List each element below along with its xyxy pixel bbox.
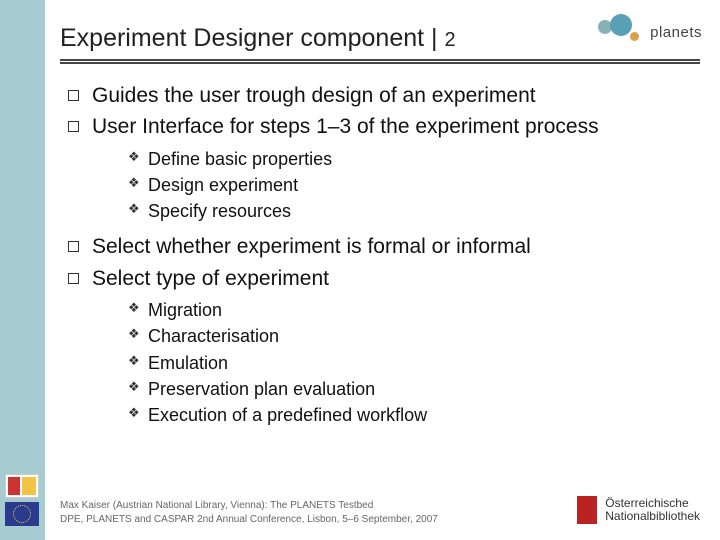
list-item: User Interface for steps 1–3 of the expe… bbox=[68, 113, 700, 223]
title-main: Experiment Designer component | bbox=[60, 24, 444, 52]
footer-line: Max Kaiser (Austrian National Library, V… bbox=[60, 499, 438, 513]
list-item: Select type of experiment Migration Char… bbox=[68, 265, 700, 428]
title-number: 2 bbox=[444, 29, 455, 51]
onb-mark-icon bbox=[577, 496, 597, 524]
list-item: Execution of a predefined workflow bbox=[128, 403, 700, 427]
title-row: Experiment Designer component | 2 bbox=[60, 24, 700, 64]
list-item: Design experiment bbox=[128, 173, 700, 197]
list-item: Define basic properties bbox=[128, 147, 700, 171]
ist-logo-icon bbox=[5, 474, 39, 498]
left-accent-bar bbox=[0, 0, 45, 540]
list-item: Characterisation bbox=[128, 324, 700, 348]
slide-title: Experiment Designer component | 2 bbox=[60, 24, 456, 53]
list-item-text: Select type of experiment bbox=[92, 267, 329, 290]
onb-text: Österreichische Nationalbibliothek bbox=[605, 497, 700, 523]
footer: Max Kaiser (Austrian National Library, V… bbox=[60, 499, 438, 526]
list-item: Preservation plan evaluation bbox=[128, 377, 700, 401]
list-item-text: User Interface for steps 1–3 of the expe… bbox=[92, 115, 599, 138]
slide: planets Experiment Designer component | … bbox=[0, 0, 720, 540]
list-item: Select whether experiment is formal or i… bbox=[68, 233, 700, 260]
eu-badges bbox=[5, 474, 39, 526]
list-item: Migration bbox=[128, 298, 700, 322]
sub-list: Migration Characterisation Emulation Pre… bbox=[128, 298, 700, 427]
list-item: Emulation bbox=[128, 351, 700, 375]
content-area: Experiment Designer component | 2 Guides… bbox=[60, 24, 700, 438]
sub-list: Define basic properties Design experimen… bbox=[128, 147, 700, 224]
eu-flag-icon bbox=[5, 502, 39, 526]
footer-line: DPE, PLANETS and CASPAR 2nd Annual Confe… bbox=[60, 513, 438, 527]
onb-logo: Österreichische Nationalbibliothek bbox=[577, 496, 700, 524]
onb-line: Nationalbibliothek bbox=[605, 510, 700, 523]
list-item: Guides the user trough design of an expe… bbox=[68, 82, 700, 109]
list-item: Specify resources bbox=[128, 199, 700, 223]
bullet-list: Guides the user trough design of an expe… bbox=[68, 82, 700, 428]
